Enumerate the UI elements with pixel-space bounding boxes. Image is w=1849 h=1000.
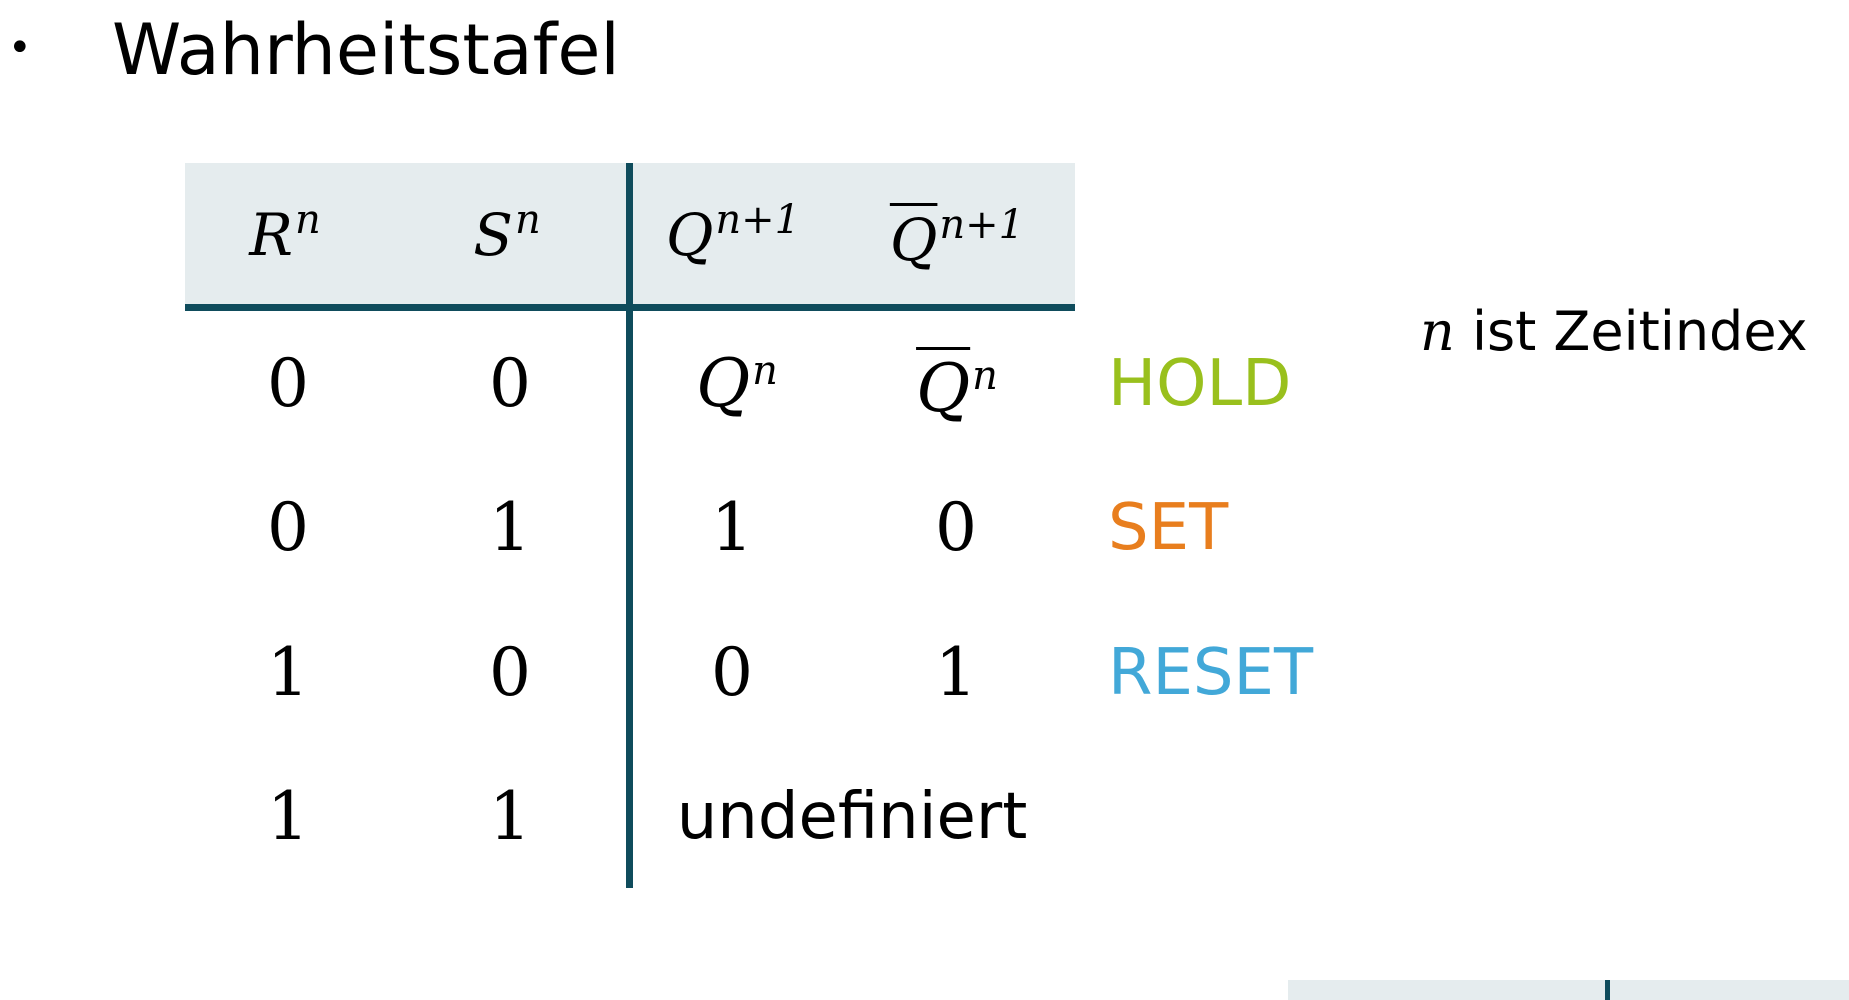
bullet-point: • xyxy=(8,25,32,71)
note-text: ist Zeitindex xyxy=(1471,300,1808,363)
header-r: Rn xyxy=(249,197,321,269)
next-table-header-fragment xyxy=(1288,980,1849,1000)
note-variable: n xyxy=(1420,300,1455,363)
cell-s-row3: 0 xyxy=(489,634,531,711)
cell-qbar-row1: Qn xyxy=(916,350,998,427)
cell-r-row4: 1 xyxy=(267,778,309,855)
status-hold: HOLD xyxy=(1108,347,1292,421)
cell-qbar-row2: 0 xyxy=(935,489,977,566)
cell-q-row1: Qn xyxy=(696,345,778,422)
page-title: Wahrheitstafel xyxy=(112,9,620,91)
header-s: Sn xyxy=(473,197,541,269)
cell-r-row2: 0 xyxy=(267,489,309,566)
cell-q-row2: 1 xyxy=(711,489,753,566)
header-q-next: Qn+1 xyxy=(665,197,801,269)
cell-undefined-row4: undefiniert xyxy=(676,780,1028,854)
cell-s-row4: 1 xyxy=(489,778,531,855)
cell-s-row2: 1 xyxy=(489,489,531,566)
cell-r-row1: 0 xyxy=(267,345,309,422)
status-set: SET xyxy=(1108,491,1229,565)
next-table-divider-fragment xyxy=(1605,980,1610,1000)
time-index-note: n ist Zeitindex xyxy=(1420,297,1808,367)
cell-s-row1: 0 xyxy=(489,345,531,422)
cell-qbar-row3: 1 xyxy=(935,634,977,711)
cell-r-row3: 1 xyxy=(267,634,309,711)
cell-q-row3: 0 xyxy=(711,634,753,711)
header-q-bar-next: Qn+1 xyxy=(889,202,1025,274)
column-divider xyxy=(626,163,633,888)
status-reset: RESET xyxy=(1108,636,1314,710)
